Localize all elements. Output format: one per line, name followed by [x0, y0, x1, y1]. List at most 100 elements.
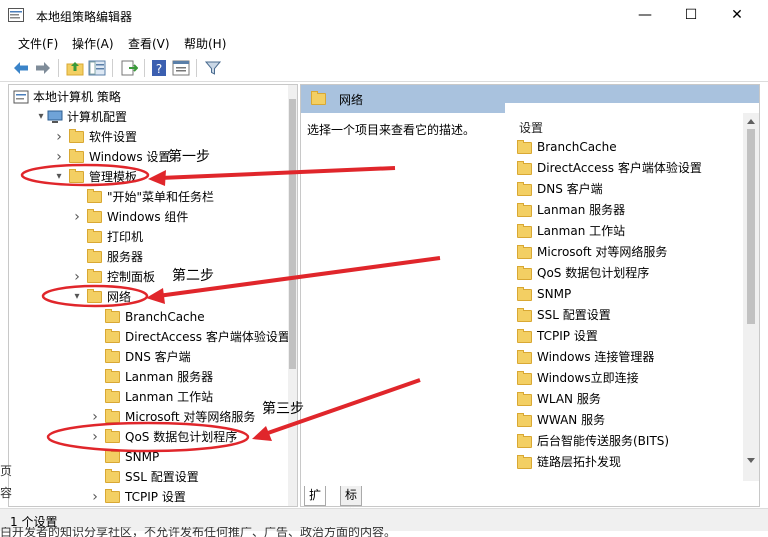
folder-icon: [105, 309, 120, 323]
chevron-down-icon[interactable]: ▾: [53, 167, 65, 187]
folder-icon: [105, 469, 120, 483]
folder-icon: [517, 245, 532, 259]
chevron-right-icon[interactable]: ›: [89, 427, 101, 447]
tree-item[interactable]: ▾ 管理模板: [9, 167, 287, 187]
tree-item-label: 管理模板: [89, 170, 138, 184]
tree-item-label: Lanman 服务器: [125, 370, 214, 384]
back-icon[interactable]: [12, 59, 30, 77]
chevron-down-icon[interactable]: ▾: [35, 107, 47, 127]
tree-item[interactable]: › 软件设置: [9, 127, 287, 147]
folder-icon: [517, 392, 532, 406]
tree-item-label: 打印机: [107, 230, 144, 244]
tree-item[interactable]: 本地计算机 策略: [9, 87, 287, 107]
toolbar-separator: [196, 59, 197, 77]
chevron-down-icon[interactable]: ▾: [71, 287, 83, 307]
tree-item[interactable]: › Windows 组件: [9, 207, 287, 227]
tree-item[interactable]: DNS 客户端: [9, 347, 287, 367]
tree-item-label: TCPIP 设置: [125, 490, 186, 504]
toolbar-separator: [112, 59, 113, 77]
maximize-button[interactable]: ☐: [668, 0, 714, 31]
toolbar-separator: [58, 59, 59, 77]
close-button[interactable]: ✕: [714, 0, 760, 31]
column-header-setting[interactable]: 设置: [519, 119, 543, 136]
chevron-right-icon[interactable]: ›: [89, 487, 101, 506]
setting-list-item-label: 链路层拓扑发现: [537, 455, 622, 469]
tree-item[interactable]: DirectAccess 客户端体验设置: [9, 327, 290, 347]
up-folder-icon[interactable]: [66, 59, 84, 77]
tree-item-label: QoS 数据包计划程序: [125, 430, 238, 444]
tree-item[interactable]: ▾ 网络: [9, 287, 287, 307]
folder-icon: [517, 224, 532, 238]
setting-list-item-label: Lanman 工作站: [537, 224, 626, 238]
folder-icon: [517, 350, 532, 364]
folder-icon: [105, 369, 120, 383]
tab-extended[interactable]: 扩展: [304, 486, 327, 521]
scroll-up-icon[interactable]: [747, 119, 755, 124]
policy-editor-app-icon: [8, 8, 24, 22]
folder-icon: [517, 455, 532, 469]
setting-list-item-label: TCPIP 设置: [537, 329, 598, 343]
folder-icon: [517, 266, 532, 280]
tree-item[interactable]: › TCPIP 设置: [9, 487, 287, 506]
folder-icon: [105, 349, 120, 363]
export-list-icon[interactable]: [120, 59, 138, 77]
setting-list-item-label: WWAN 服务: [537, 413, 606, 427]
filter-icon[interactable]: [204, 59, 222, 77]
tree-item-label: 计算机配置: [67, 110, 128, 124]
tree-item[interactable]: › Microsoft 对等网络服务: [9, 407, 287, 427]
tree-item[interactable]: SNMP: [9, 447, 287, 467]
setting-list-item-label: SSL 配置设置: [537, 308, 611, 322]
folder-icon: [87, 229, 102, 243]
chevron-right-icon[interactable]: ›: [53, 147, 65, 167]
menu-file[interactable]: 文件(F): [18, 35, 58, 52]
chevron-right-icon[interactable]: ›: [89, 407, 101, 427]
tab-standard[interactable]: 标准: [340, 486, 363, 521]
tree-item-label: SNMP: [125, 450, 160, 464]
group-policy-editor-window: 本地组策略编辑器 — ☐ ✕ 文件(F) 操作(A) 查看(V) 帮助(H) ?…: [0, 0, 768, 537]
description-text: 选择一个项目来查看它的描述。: [307, 123, 476, 137]
tree-item[interactable]: › Windows 设置: [9, 147, 287, 167]
tree-item[interactable]: › QoS 数据包计划程序: [9, 427, 287, 447]
background-fragment: 容: [0, 486, 13, 500]
menu-action[interactable]: 操作(A): [72, 35, 114, 52]
setting-list-item-label: Windows立即连接: [537, 371, 639, 385]
scrollbar-thumb[interactable]: [747, 129, 755, 324]
tree-item[interactable]: 打印机: [9, 227, 287, 247]
tree-item-label: DNS 客户端: [125, 350, 191, 364]
chevron-right-icon[interactable]: ›: [71, 267, 83, 287]
properties-icon[interactable]: [172, 59, 190, 77]
tree-scrollbar-thumb[interactable]: [289, 99, 296, 369]
tree-item[interactable]: "开始"菜单和任务栏: [9, 187, 287, 207]
step1-annotation: 第一步: [168, 149, 210, 165]
minimize-button[interactable]: —: [622, 0, 668, 31]
folder-icon: [105, 389, 120, 403]
tree-item[interactable]: 服务器: [9, 247, 287, 267]
setting-list-item-label: DirectAccess 客户端体验设置: [537, 161, 702, 175]
setting-list-item-label: Windows 连接管理器: [537, 350, 655, 364]
toolbar-separator: [144, 59, 145, 77]
computer-policy-icon: [13, 90, 29, 104]
menu-view[interactable]: 查看(V): [128, 35, 170, 52]
menu-help[interactable]: 帮助(H): [184, 35, 226, 52]
folder-icon: [517, 182, 532, 196]
folder-icon: [105, 409, 120, 423]
tree-item-label: 本地计算机 策略: [33, 90, 121, 104]
forward-icon[interactable]: [34, 59, 52, 77]
folder-icon: [69, 169, 84, 183]
show-hide-tree-icon[interactable]: [88, 59, 106, 77]
tree-item[interactable]: BranchCache: [9, 307, 287, 327]
tree-item[interactable]: Lanman 工作站: [9, 387, 287, 407]
scroll-down-icon[interactable]: [747, 458, 755, 463]
tree-item-label: "开始"菜单和任务栏: [107, 190, 215, 204]
tree-item[interactable]: ▾ 计算机配置: [9, 107, 287, 127]
chevron-right-icon[interactable]: ›: [71, 207, 83, 227]
tree-item[interactable]: Lanman 服务器: [9, 367, 287, 387]
tree-item[interactable]: SSL 配置设置: [9, 467, 287, 487]
folder-icon: [87, 209, 102, 223]
folder-icon: [105, 489, 120, 503]
tree-item[interactable]: › 控制面板: [9, 267, 287, 287]
help-icon[interactable]: ?: [150, 59, 168, 77]
tree-item-label: Microsoft 对等网络服务: [125, 410, 256, 424]
background-page-text: 白开发者的知识分享社区，不允许发布任何推广、广告、政治方面的内容。: [0, 527, 397, 537]
chevron-right-icon[interactable]: ›: [53, 127, 65, 147]
